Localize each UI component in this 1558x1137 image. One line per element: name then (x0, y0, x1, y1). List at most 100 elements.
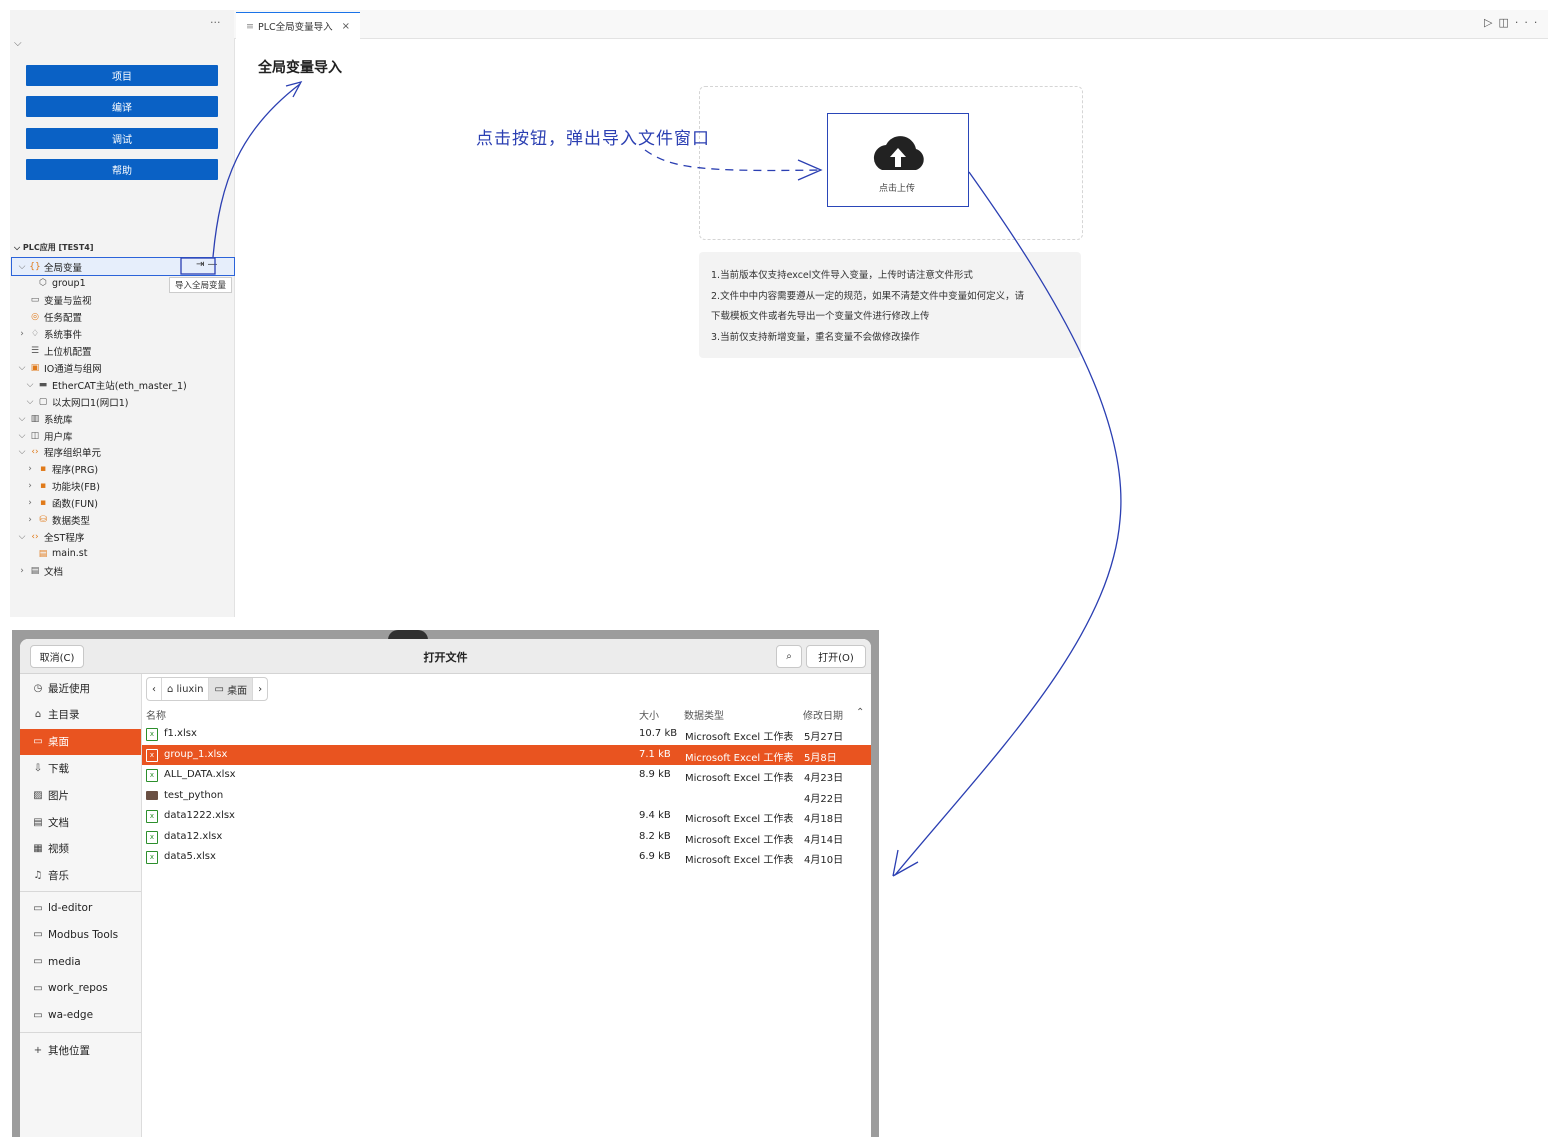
bookmark-item[interactable]: ▭ wa-edge (20, 1002, 141, 1028)
more-icon[interactable]: ··· (210, 16, 221, 29)
tooltip: 导入全局变量 (169, 277, 233, 293)
chevron-icon[interactable]: › (24, 464, 36, 474)
place-item[interactable]: ▨ 图片 (20, 782, 141, 808)
tree-item[interactable]: › ▤ 文档 (12, 562, 234, 579)
bookmark-item[interactable]: ▭ ld-editor (20, 895, 141, 921)
tree-item[interactable]: › ⛁ 数据类型 (12, 512, 234, 529)
file-size: 8.2 kB (639, 830, 671, 842)
place-item[interactable]: ▦ 视频 (20, 836, 141, 862)
breadcrumb: ‹ ⌂ liuxin ▭ 桌面 › (146, 677, 269, 701)
chevron-icon[interactable]: ⌵ (16, 262, 28, 272)
tree-item[interactable]: › ▪ 功能块(FB) (12, 478, 234, 495)
col-type[interactable]: 数据类型 (684, 707, 724, 722)
bookmark-label: wa-edge (48, 1009, 94, 1022)
file-row[interactable]: x group_1.xlsx 7.1 kB Microsoft Excel 工作表 5月… (142, 744, 871, 765)
file-row[interactable]: x data12.xlsx 8.2 kB Microsoft Excel 工作表 4月1… (142, 827, 871, 847)
tree-item[interactable]: ☰ 上位机配置 (12, 343, 234, 360)
tree-item-label: 以太网口1(网口1) (52, 397, 129, 409)
place-label: 图片 (48, 789, 69, 802)
tree-item[interactable]: ⌵ ‹› 全ST程序 (12, 528, 234, 545)
bookmark-item[interactable]: ▭ media (20, 949, 141, 975)
chevron-icon[interactable]: ⌵ (16, 363, 28, 373)
tab-label: PLC全局变量导入 (257, 22, 333, 33)
back-icon[interactable]: ‹ (147, 678, 162, 700)
run-icon[interactable]: ▷ (1484, 16, 1498, 29)
tree-item[interactable]: ⌵ ▥ 系统库 (12, 410, 234, 427)
crumb-home[interactable]: ⌂ liuxin (162, 678, 210, 700)
tree-header[interactable]: ⌵ PLC应用 [TEST4] (14, 242, 94, 253)
chevron-icon[interactable]: › (16, 329, 28, 339)
place-item[interactable]: ⌂ 主目录 (20, 702, 141, 728)
chevron-icon[interactable]: ⌵ (16, 447, 28, 457)
forward-icon[interactable]: › (253, 678, 267, 700)
tree-item[interactable]: ⌵ ▢ 以太网口1(网口1) (12, 393, 234, 410)
tab-plc-global-import[interactable]: ≡ PLC全局变量导入 × (236, 12, 361, 39)
compile-button[interactable]: 编译 (26, 96, 218, 117)
close-icon[interactable]: × (342, 21, 350, 32)
file-row[interactable]: x ALL_DATA.xlsx 8.9 kB Microsoft Excel 工作表 4… (142, 765, 871, 785)
tree-item-icon: ▬ (38, 379, 48, 390)
tree-item[interactable]: › ♢ 系统事件 (12, 326, 234, 343)
chevron-icon[interactable]: ⌵ (24, 380, 36, 390)
debug-button[interactable]: 调试 (26, 128, 218, 149)
place-item[interactable]: ▤ 文档 (20, 809, 141, 835)
chevron-icon[interactable]: ⌵ (16, 414, 28, 424)
tree-item[interactable]: › ▪ 程序(PRG) (12, 461, 234, 478)
open-button[interactable]: 打开(O) (806, 645, 866, 668)
tree-item[interactable]: › ▪ 函数(FUN) (12, 495, 234, 512)
col-date[interactable]: 修改日期 (803, 707, 843, 722)
cancel-button[interactable]: 取消(C) (30, 645, 84, 668)
chevron-icon[interactable]: ⌵ (24, 397, 36, 407)
chevron-icon[interactable]: › (24, 481, 36, 491)
tree-item-icon: ▪ (39, 498, 47, 509)
bookmark-item[interactable]: ▭ Modbus Tools (20, 922, 141, 948)
file-row[interactable]: x data5.xlsx 6.9 kB Microsoft Excel 工作表 4月10… (142, 847, 871, 867)
tree-header-label: PLC应用 [TEST4] (22, 243, 94, 252)
tree-item[interactable]: ⌵ ‹› 程序组织单元 (12, 444, 234, 461)
tree-item-label: 变量与监视 (44, 296, 92, 308)
chevron-icon[interactable]: › (16, 566, 28, 576)
upload-label: 点击上传 (878, 184, 915, 194)
place-item[interactable]: ⇩ 下载 (20, 755, 141, 781)
search-icon[interactable]: ⌕ (776, 645, 802, 668)
open-file-dialog: 打开文件 取消(C) ⌕ 打开(O) ◷ 最近使用 ⌂ 主目录 ▭ 桌面 ⇩ 下载 ▨ 图片 ▤ 文档… (20, 639, 871, 1137)
folder-icon: ▭ (33, 1009, 43, 1021)
file-row[interactable]: x f1.xlsx 10.7 kB Microsoft Excel 工作表 5月27日 (142, 724, 871, 744)
file-row[interactable]: x data1222.xlsx 9.4 kB Microsoft Excel 工作表 4… (142, 806, 871, 826)
col-size[interactable]: 大小 (639, 707, 659, 722)
project-button[interactable]: 项目 (26, 65, 218, 86)
tree-item[interactable]: ⌵ ▬ EtherCAT主站(eth_master_1) (12, 376, 234, 393)
other-locations[interactable]: + 其他位置 (20, 1037, 141, 1063)
tree-item-icon: ‹› (31, 447, 39, 458)
tree-item[interactable]: ▭ 变量与监视 (12, 292, 234, 309)
sort-up-icon[interactable]: ⌃ (856, 707, 864, 718)
split-icon[interactable]: ◫ (1498, 16, 1514, 29)
col-name[interactable]: 名称 (146, 707, 166, 722)
chevron-icon[interactable]: ⌵ (16, 431, 28, 441)
file-date: 4月14日 (804, 834, 844, 846)
tree-item-label: group1 (52, 277, 86, 289)
file-row[interactable]: test_python 4月22日 (142, 786, 871, 806)
tree-item[interactable]: ⌵ ▣ IO通道与组网 (12, 359, 234, 376)
place-item[interactable]: ♫ 音乐 (20, 863, 141, 889)
chevron-icon[interactable]: › (24, 515, 36, 525)
chevron-icon[interactable]: › (24, 498, 36, 508)
spreadsheet-icon: x (146, 769, 158, 782)
tree-item[interactable]: ▤ main.st (12, 545, 234, 562)
crumb-desktop[interactable]: ▭ 桌面 (209, 678, 254, 700)
tree-item[interactable]: ⌵ ◫ 用户库 (12, 427, 234, 444)
page-title: 全局变量导入 (258, 60, 342, 76)
place-item[interactable]: ▭ 桌面 (20, 728, 141, 755)
tree-item-label: 文档 (44, 566, 64, 578)
import-icon[interactable]: ⇥ — (196, 259, 218, 270)
tree-item[interactable]: ◎ 任务配置 (12, 309, 234, 326)
chevron-down-icon[interactable]: ⌵ (14, 38, 22, 49)
more-icon[interactable]: ··· (1515, 16, 1544, 29)
chevron-icon[interactable]: ⌵ (16, 532, 28, 542)
help-button[interactable]: 帮助 (26, 159, 218, 180)
bookmark-item[interactable]: ▭ work_repos (20, 975, 141, 1001)
place-item[interactable]: ◷ 最近使用 (20, 675, 141, 701)
tree-item-label: 上位机配置 (44, 347, 92, 358)
tree-item-label: 功能块(FB) (52, 482, 100, 494)
tree-item-icon: ⬡ (39, 278, 47, 289)
